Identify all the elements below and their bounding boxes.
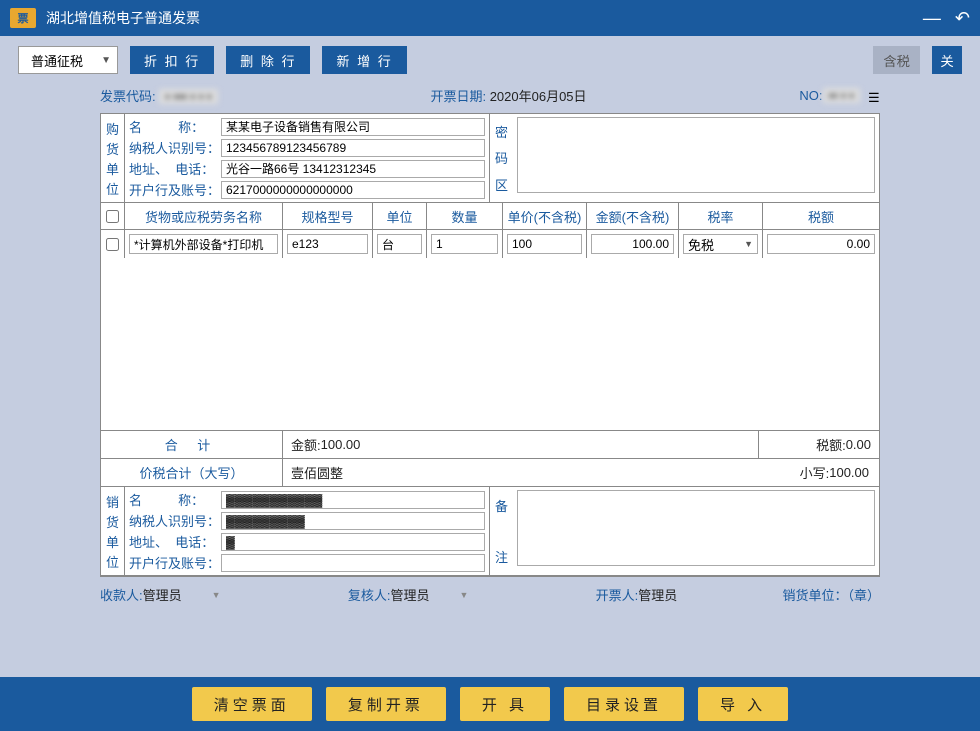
- item-rate-dropdown[interactable]: 免税▼: [683, 234, 758, 254]
- invoice-code-label: 发票代码:: [100, 89, 156, 104]
- issue-button[interactable]: 开 具: [460, 687, 550, 721]
- issuer-label: 开票人:: [596, 585, 639, 604]
- totals-row: 合 计 金额:100.00 税额:0.00: [101, 430, 879, 458]
- catalog-button[interactable]: 目录设置: [564, 687, 684, 721]
- seller-name-label: 名 称：: [129, 490, 221, 509]
- close-button[interactable]: 关: [932, 46, 962, 74]
- col-spec: 规格型号: [283, 203, 373, 229]
- seller-addr-label: 地址、 电话：: [129, 532, 221, 551]
- window-title: 湖北增值税电子普通发票: [46, 8, 909, 28]
- seller-bank-label: 开户行及账号：: [129, 553, 221, 572]
- grand-label: 价税合计（大写）: [101, 459, 283, 486]
- copy-issue-button[interactable]: 复制开票: [326, 687, 446, 721]
- info-bar: 发票代码: • ••• • • • 开票日期: 2020年06月05日 NO: …: [0, 82, 980, 113]
- items-grid: 货物或应税劳务名称 规格型号 单位 数量 单价(不含税) 金额(不含税) 税率 …: [101, 203, 879, 486]
- back-icon[interactable]: ↶: [955, 8, 970, 29]
- buyer-addr-input[interactable]: [221, 160, 485, 178]
- invoice-panel: 购货单位 名 称： 纳税人识别号： 地址、 电话： 开户行及账号： 密码区 货物…: [100, 113, 880, 577]
- seller-section: 销货单位 名 称：▓▓▓▓▓▓▓▓▓▓▓ 纳税人识别号：▓▓▓▓▓▓▓▓▓ 地址…: [101, 486, 879, 576]
- seller-taxid-label: 纳税人识别号：: [129, 511, 221, 530]
- table-row: 免税▼: [101, 230, 879, 258]
- bottom-toolbar: 清空票面 复制开票 开 具 目录设置 导 入: [0, 677, 980, 731]
- col-amt: 金额(不含税): [587, 203, 679, 229]
- item-spec-input[interactable]: [287, 234, 368, 254]
- buyer-name-label: 名 称：: [129, 117, 221, 136]
- sum-label: 合 计: [101, 431, 283, 458]
- tax-mode-value: 普通征税: [31, 51, 83, 70]
- titlebar: 票 湖北增值税电子普通发票 — ↶: [0, 0, 980, 36]
- remark-label: 备注: [489, 487, 513, 575]
- seller-taxid-value: ▓▓▓▓▓▓▓▓▓: [221, 512, 485, 530]
- toolbar: 普通征税 ▼ 折 扣 行 删 除 行 新 增 行 含税 关: [0, 36, 980, 82]
- chevron-down-icon: ▼: [744, 239, 753, 249]
- seller-vlabel: 销货单位: [101, 487, 125, 575]
- sum-amount: 金额:100.00: [283, 431, 759, 458]
- col-unit: 单位: [373, 203, 427, 229]
- item-name-input[interactable]: [129, 234, 278, 254]
- buyer-taxid-label: 纳税人识别号：: [129, 138, 221, 157]
- grand-sm: 小写:100.00: [792, 459, 879, 486]
- buyer-taxid-input[interactable]: [221, 139, 485, 157]
- select-all-checkbox[interactable]: [106, 210, 119, 223]
- buyer-bank-label: 开户行及账号：: [129, 180, 221, 199]
- buyer-vlabel: 购货单位: [101, 114, 125, 202]
- buyer-addr-label: 地址、 电话：: [129, 159, 221, 178]
- discount-row-button[interactable]: 折 扣 行: [130, 46, 214, 74]
- item-amt-input[interactable]: [591, 234, 674, 254]
- import-button[interactable]: 导 入: [698, 687, 788, 721]
- remark-textarea[interactable]: [517, 490, 875, 566]
- minimize-icon[interactable]: —: [923, 8, 941, 29]
- seller-name-value: ▓▓▓▓▓▓▓▓▓▓▓: [221, 491, 485, 509]
- seller-bank-value: [221, 554, 485, 572]
- grand-total-row: 价税合计（大写） 壹佰圆整 小写:100.00: [101, 458, 879, 486]
- issuer-value: 管理员: [638, 585, 677, 604]
- sum-tax: 税额:0.00: [759, 431, 879, 458]
- list-icon[interactable]: ☰: [868, 90, 880, 102]
- tax-inclusive-button[interactable]: 含税: [873, 46, 920, 74]
- reviewer-dropdown[interactable]: 管理员▼: [390, 585, 490, 604]
- col-price: 单价(不含税): [503, 203, 587, 229]
- app-logo-icon: 票: [10, 8, 36, 28]
- col-qty: 数量: [427, 203, 503, 229]
- invoice-no-label: NO:: [799, 88, 822, 103]
- item-qty-input[interactable]: [431, 234, 498, 254]
- buyer-name-input[interactable]: [221, 118, 485, 136]
- buyer-section: 购货单位 名 称： 纳税人识别号： 地址、 电话： 开户行及账号： 密码区: [101, 114, 879, 203]
- seller-addr-value: ▓: [221, 533, 485, 551]
- seller-stamp-label: 销货单位：（章）: [782, 585, 880, 604]
- clear-button[interactable]: 清空票面: [192, 687, 312, 721]
- password-area[interactable]: [517, 117, 875, 193]
- item-tax-input[interactable]: [767, 234, 875, 254]
- invoice-date-label: 开票日期:: [430, 89, 486, 104]
- buyer-bank-input[interactable]: [221, 181, 485, 199]
- col-tax: 税额: [763, 203, 879, 229]
- col-name: 货物或应税劳务名称: [125, 203, 283, 229]
- add-row-button[interactable]: 新 增 行: [322, 46, 406, 74]
- grid-body: 免税▼: [101, 230, 879, 430]
- reviewer-label: 复核人:: [348, 585, 391, 604]
- grand-cn: 壹佰圆整: [283, 459, 792, 486]
- item-unit-input[interactable]: [377, 234, 422, 254]
- grid-header: 货物或应税劳务名称 规格型号 单位 数量 单价(不含税) 金额(不含税) 税率 …: [101, 203, 879, 230]
- item-price-input[interactable]: [507, 234, 582, 254]
- payee-label: 收款人:: [100, 585, 143, 604]
- chevron-down-icon: ▼: [101, 55, 111, 66]
- delete-row-button[interactable]: 删 除 行: [226, 46, 310, 74]
- col-rate: 税率: [679, 203, 763, 229]
- row-checkbox[interactable]: [106, 238, 119, 251]
- invoice-no-value: •• • •: [823, 88, 860, 103]
- payee-dropdown[interactable]: 管理员▼: [143, 585, 243, 604]
- signature-row: 收款人:管理员▼ 复核人:管理员▼ 开票人:管理员 销货单位：（章）: [0, 577, 980, 604]
- password-area-label: 密码区: [489, 114, 513, 202]
- invoice-date-value: 2020年06月05日: [490, 89, 587, 104]
- tax-mode-dropdown[interactable]: 普通征税 ▼: [18, 46, 118, 74]
- invoice-code-value: • ••• • • •: [159, 89, 217, 104]
